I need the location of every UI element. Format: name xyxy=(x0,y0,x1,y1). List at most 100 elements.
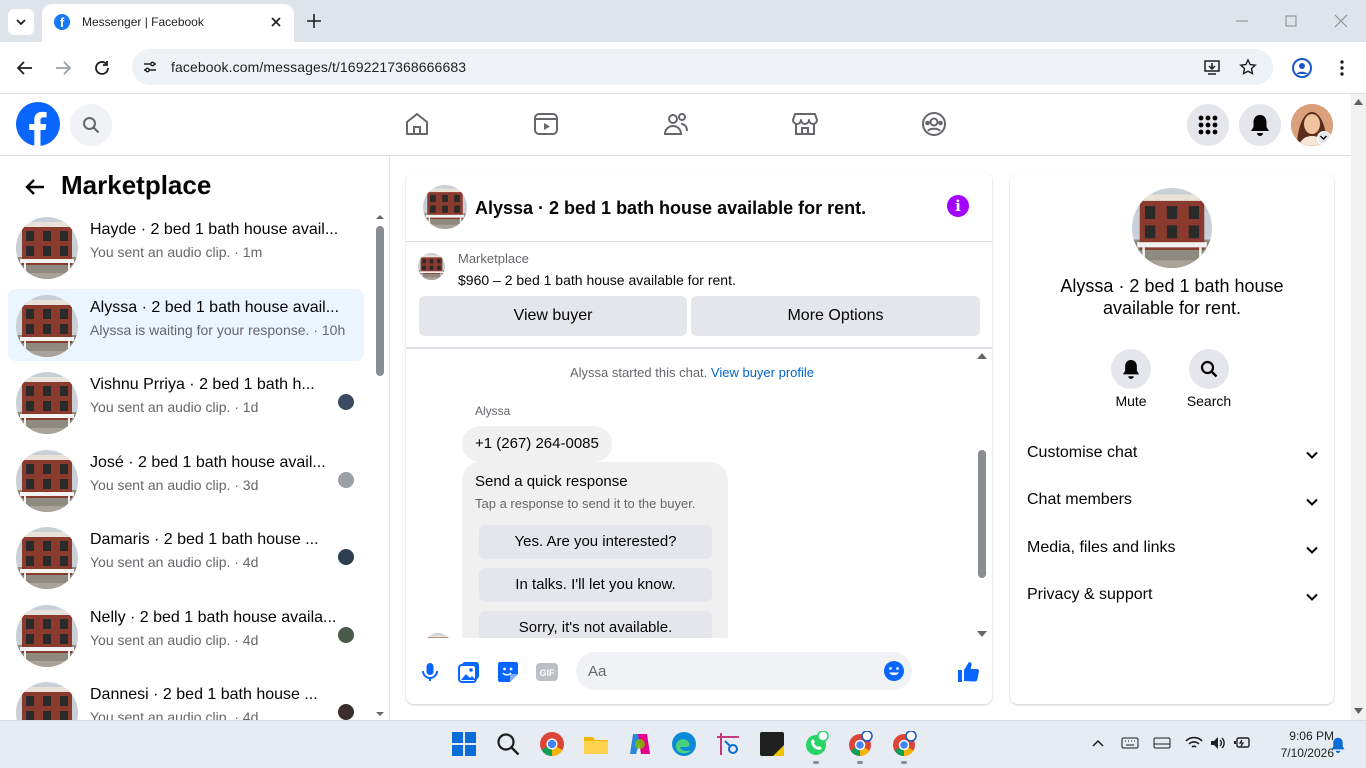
facebook-search-button[interactable] xyxy=(70,104,112,146)
chevron-up-icon[interactable] xyxy=(1091,738,1105,748)
reload-button[interactable] xyxy=(90,56,114,80)
edge-icon[interactable] xyxy=(671,731,697,757)
chat-started-notice: Alyssa started this chat. View buyer pro… xyxy=(406,365,978,380)
forward-button[interactable] xyxy=(51,56,75,80)
home-tab[interactable] xyxy=(399,106,435,142)
volume-icon[interactable] xyxy=(1209,735,1227,751)
chat-thumbnail[interactable] xyxy=(423,185,467,229)
search-icon xyxy=(83,117,100,134)
video-tab[interactable] xyxy=(528,106,564,142)
mute-button[interactable] xyxy=(1111,349,1151,389)
seen-avatar xyxy=(338,627,354,643)
conversation-item[interactable]: Alyssa · 2 bed 1 bath house avail... Alys… xyxy=(8,289,364,361)
back-button[interactable] xyxy=(13,56,37,80)
quick-response-option[interactable]: Yes. Are you interested? xyxy=(479,525,712,559)
conversation-item[interactable]: Nelly · 2 bed 1 bath house availa... You … xyxy=(8,599,364,671)
arrow-left-icon[interactable] xyxy=(24,176,46,198)
quick-response-option[interactable]: In talks. I'll let you know. xyxy=(479,568,712,602)
account-menu-chevron[interactable] xyxy=(1317,131,1331,145)
conversation-item[interactable]: Damaris · 2 bed 1 bath house ... You sent… xyxy=(8,521,364,593)
window-close-icon[interactable] xyxy=(1331,12,1351,30)
wifi-icon[interactable] xyxy=(1185,735,1203,751)
display-icon[interactable] xyxy=(1153,736,1171,750)
search-label: Search xyxy=(1186,393,1232,409)
notifications-button[interactable] xyxy=(1239,104,1281,146)
search-icon[interactable] xyxy=(495,731,521,757)
chat-members-section[interactable]: Chat members xyxy=(1027,491,1319,515)
view-buyer-button[interactable]: View buyer xyxy=(419,296,687,336)
install-app-icon[interactable] xyxy=(1203,58,1221,76)
media-files-links-section[interactable]: Media, files and links xyxy=(1027,539,1319,563)
conversation-item[interactable]: Vishnu Prriya · 2 bed 1 bath h... You sen… xyxy=(8,366,364,438)
view-buyer-profile-link[interactable]: View buyer profile xyxy=(711,365,814,380)
battery-icon[interactable] xyxy=(1233,735,1251,751)
chrome-profile-icon[interactable] xyxy=(847,731,873,757)
photo-icon[interactable] xyxy=(457,660,481,684)
chrome-icon[interactable] xyxy=(539,731,565,757)
chat-window: Alyssa · 2 bed 1 bath house available fo… xyxy=(406,172,992,704)
clock-date[interactable]: 7/10/2026 xyxy=(1281,746,1334,760)
conversation-title: Vishnu Prriya · 2 bed 1 bath h... xyxy=(90,376,315,393)
more-options-button[interactable]: More Options xyxy=(691,296,980,336)
chat-scrollbar[interactable] xyxy=(976,350,988,640)
conversation-thumbnail xyxy=(16,605,78,667)
microphone-icon[interactable] xyxy=(418,660,442,684)
browser-tab[interactable]: f Messenger | Facebook xyxy=(42,4,294,42)
divider xyxy=(406,241,992,242)
conversation-preview: You sent an audio clip. · 4d xyxy=(90,554,259,570)
site-settings-icon[interactable] xyxy=(142,59,158,75)
thumbs-up-icon[interactable] xyxy=(956,660,980,684)
conversation-item[interactable]: Hayde · 2 bed 1 bath house avail... You s… xyxy=(8,211,364,283)
info-icon[interactable]: i xyxy=(947,195,969,217)
keyboard-icon[interactable] xyxy=(1121,736,1139,750)
address-bar[interactable]: facebook.com/messages/t/1692217368666683 xyxy=(132,49,1273,85)
tab-title: Messenger | Facebook xyxy=(82,15,204,29)
search-in-chat-button[interactable] xyxy=(1189,349,1229,389)
message-input[interactable]: Aa xyxy=(576,652,912,690)
chrome-profile-icon[interactable] xyxy=(891,731,917,757)
svg-text:GIF: GIF xyxy=(540,668,556,678)
minimize-icon[interactable] xyxy=(1232,12,1252,30)
menu-button[interactable] xyxy=(1187,104,1229,146)
chevron-down-icon xyxy=(1306,593,1318,601)
privacy-support-section[interactable]: Privacy & support xyxy=(1027,586,1319,610)
whatsapp-icon[interactable] xyxy=(803,731,829,757)
file-explorer-icon[interactable] xyxy=(583,731,609,757)
snipping-tool-icon[interactable] xyxy=(715,731,741,757)
conversation-item[interactable]: José · 2 bed 1 bath house avail... You se… xyxy=(8,444,364,516)
page-scrollbar[interactable] xyxy=(1351,94,1366,720)
bell-icon xyxy=(1122,360,1140,379)
profile-button[interactable] xyxy=(1290,56,1314,80)
chrome-menu-button[interactable] xyxy=(1330,56,1354,80)
marketplace-tab[interactable] xyxy=(787,106,823,142)
tab-search-button[interactable] xyxy=(8,9,34,35)
account-avatar[interactable] xyxy=(1291,104,1333,146)
new-tab-icon[interactable] xyxy=(304,11,324,31)
groups-tab[interactable] xyxy=(916,106,952,142)
message-bubble[interactable]: +1 (267) 264-0085 xyxy=(462,426,612,462)
conversation-item[interactable]: Dannesi · 2 bed 1 bath house ... You sent… xyxy=(8,676,364,720)
notification-bell-icon[interactable] xyxy=(1330,737,1346,753)
close-icon[interactable] xyxy=(268,14,284,30)
conversation-title: Alyssa · 2 bed 1 bath house avail... xyxy=(90,299,340,316)
message-sender: Alyssa xyxy=(475,404,511,418)
copilot-icon[interactable] xyxy=(627,731,653,757)
customise-chat-section[interactable]: Customise chat xyxy=(1027,444,1319,468)
chevron-down-icon xyxy=(1306,451,1318,459)
chat-title[interactable]: Alyssa · 2 bed 1 bath house available fo… xyxy=(475,198,866,219)
restore-icon[interactable] xyxy=(1281,12,1301,30)
section-label: Chat members xyxy=(1027,491,1132,508)
bookmark-star-icon[interactable] xyxy=(1239,58,1257,76)
clock-time[interactable]: 9:06 PM xyxy=(1289,729,1334,743)
listing-price: $960 – 2 bed 1 bath house available for … xyxy=(458,272,736,288)
gif-icon[interactable]: GIF xyxy=(535,660,559,684)
friends-tab[interactable] xyxy=(658,106,694,142)
windows-start-icon[interactable] xyxy=(451,731,477,757)
chat-details-panel: Alyssa · 2 bed 1 bath house available fo… xyxy=(1010,172,1334,704)
marketplace-icon xyxy=(792,113,818,135)
sidebar-scrollbar[interactable] xyxy=(375,212,385,720)
sticker-icon[interactable] xyxy=(496,660,520,684)
sticky-notes-icon[interactable] xyxy=(759,731,785,757)
facebook-logo-icon[interactable] xyxy=(16,102,60,146)
emoji-icon[interactable] xyxy=(883,660,905,682)
